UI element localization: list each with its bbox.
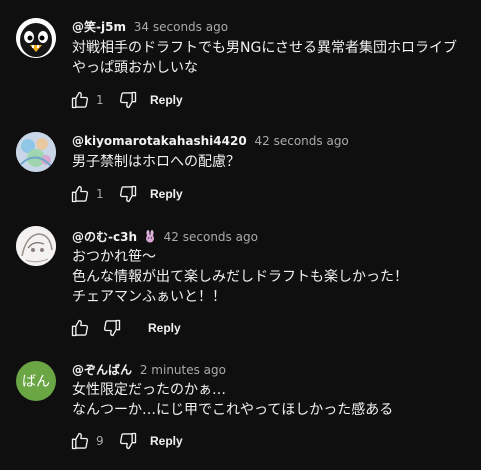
comment-item: @笑-j5m 34 seconds ago 対戦相手のドラフトでも男NGにさせる…: [0, 0, 481, 120]
reply-button[interactable]: Reply: [150, 93, 183, 107]
reply-button[interactable]: Reply: [148, 321, 181, 335]
thumbs-down-icon[interactable]: [116, 429, 140, 453]
comment-text: 対戦相手のドラフトでも男NGにさせる異常者集団ホロライブ やっぱ頭おかしいな: [72, 40, 458, 76]
comment-text: おつかれ笹～ 色んな情報が出て楽しみだしドラフトも楽しかった！ チェアマンふぁい…: [72, 249, 408, 305]
avatar[interactable]: ばん: [16, 361, 56, 401]
like-count: 9: [96, 434, 104, 448]
bunny-emoji-icon: [144, 230, 156, 246]
thumbs-down-icon[interactable]: [100, 316, 124, 340]
comment-header: @笑-j5m 34 seconds ago: [72, 18, 228, 35]
reply-button[interactable]: Reply: [150, 187, 183, 201]
comment-timestamp[interactable]: 42 seconds ago: [164, 230, 258, 244]
thumbs-down-icon[interactable]: [116, 88, 140, 112]
reply-button[interactable]: Reply: [150, 434, 183, 448]
comment-item: @kiyomarotakahashi4420 42 seconds ago 男子…: [0, 120, 481, 220]
comment-item: ばん @ぞんばん 2 minutes ago 女性限定だったのかぁ… なんつーか…: [0, 345, 481, 470]
author-name[interactable]: @kiyomarotakahashi4420: [72, 134, 247, 148]
like-count: 1: [96, 93, 104, 107]
comment-item: @のむ-c3h 42 seconds ago おつかれ笹～ 色んな情報が出て楽し…: [0, 220, 481, 345]
author-name[interactable]: @のむ-c3h: [72, 230, 137, 244]
avatar-initials: ばん: [22, 374, 50, 390]
comment-header: @のむ-c3h 42 seconds ago: [72, 228, 258, 246]
thumbs-up-icon[interactable]: [68, 429, 92, 453]
thumbs-up-icon[interactable]: [68, 88, 92, 112]
comment-text: 女性限定だったのかぁ… なんつーか…にじ甲でこれやってほしかった感ある: [72, 382, 394, 418]
thumbs-down-icon[interactable]: [116, 182, 140, 206]
comment-header: @ぞんばん 2 minutes ago: [72, 361, 226, 378]
comment-actions: 1 Reply: [68, 182, 183, 206]
anime-sketch-avatar[interactable]: [16, 226, 56, 266]
author-name[interactable]: @笑-j5m: [72, 20, 126, 34]
thumbs-up-icon[interactable]: [68, 182, 92, 206]
thumbs-up-icon[interactable]: [68, 316, 92, 340]
like-count: 1: [96, 187, 104, 201]
comment-actions: 9 Reply: [68, 429, 183, 453]
comment-timestamp[interactable]: 42 seconds ago: [255, 134, 349, 148]
comment-text: 男子禁制はホロへの配慮？: [72, 154, 240, 170]
pastel-art-avatar[interactable]: [16, 132, 56, 172]
author-name[interactable]: @ぞんばん: [72, 363, 132, 377]
comment-actions: 1 Reply: [68, 88, 183, 112]
comment-timestamp[interactable]: 2 minutes ago: [140, 363, 226, 377]
comment-header: @kiyomarotakahashi4420 42 seconds ago: [72, 134, 349, 148]
penguin-avatar[interactable]: [16, 18, 56, 58]
comment-actions: Reply: [68, 316, 181, 340]
comment-timestamp[interactable]: 34 seconds ago: [134, 20, 228, 34]
